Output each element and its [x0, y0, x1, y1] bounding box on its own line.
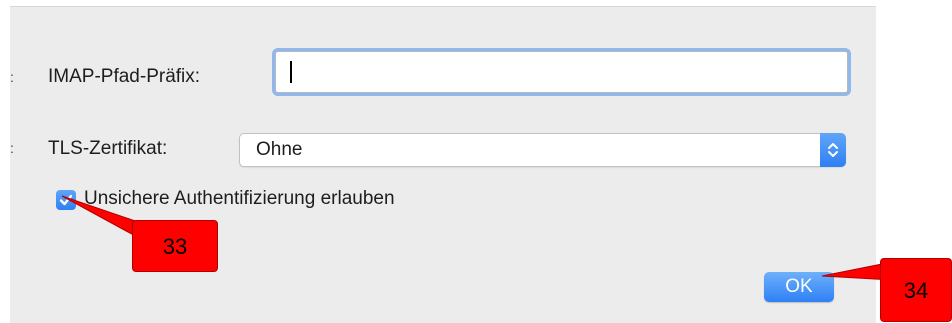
callout-34: 34 [880, 258, 952, 322]
callout-33: 33 [132, 220, 218, 272]
callout-pointers [61, 195, 893, 281]
